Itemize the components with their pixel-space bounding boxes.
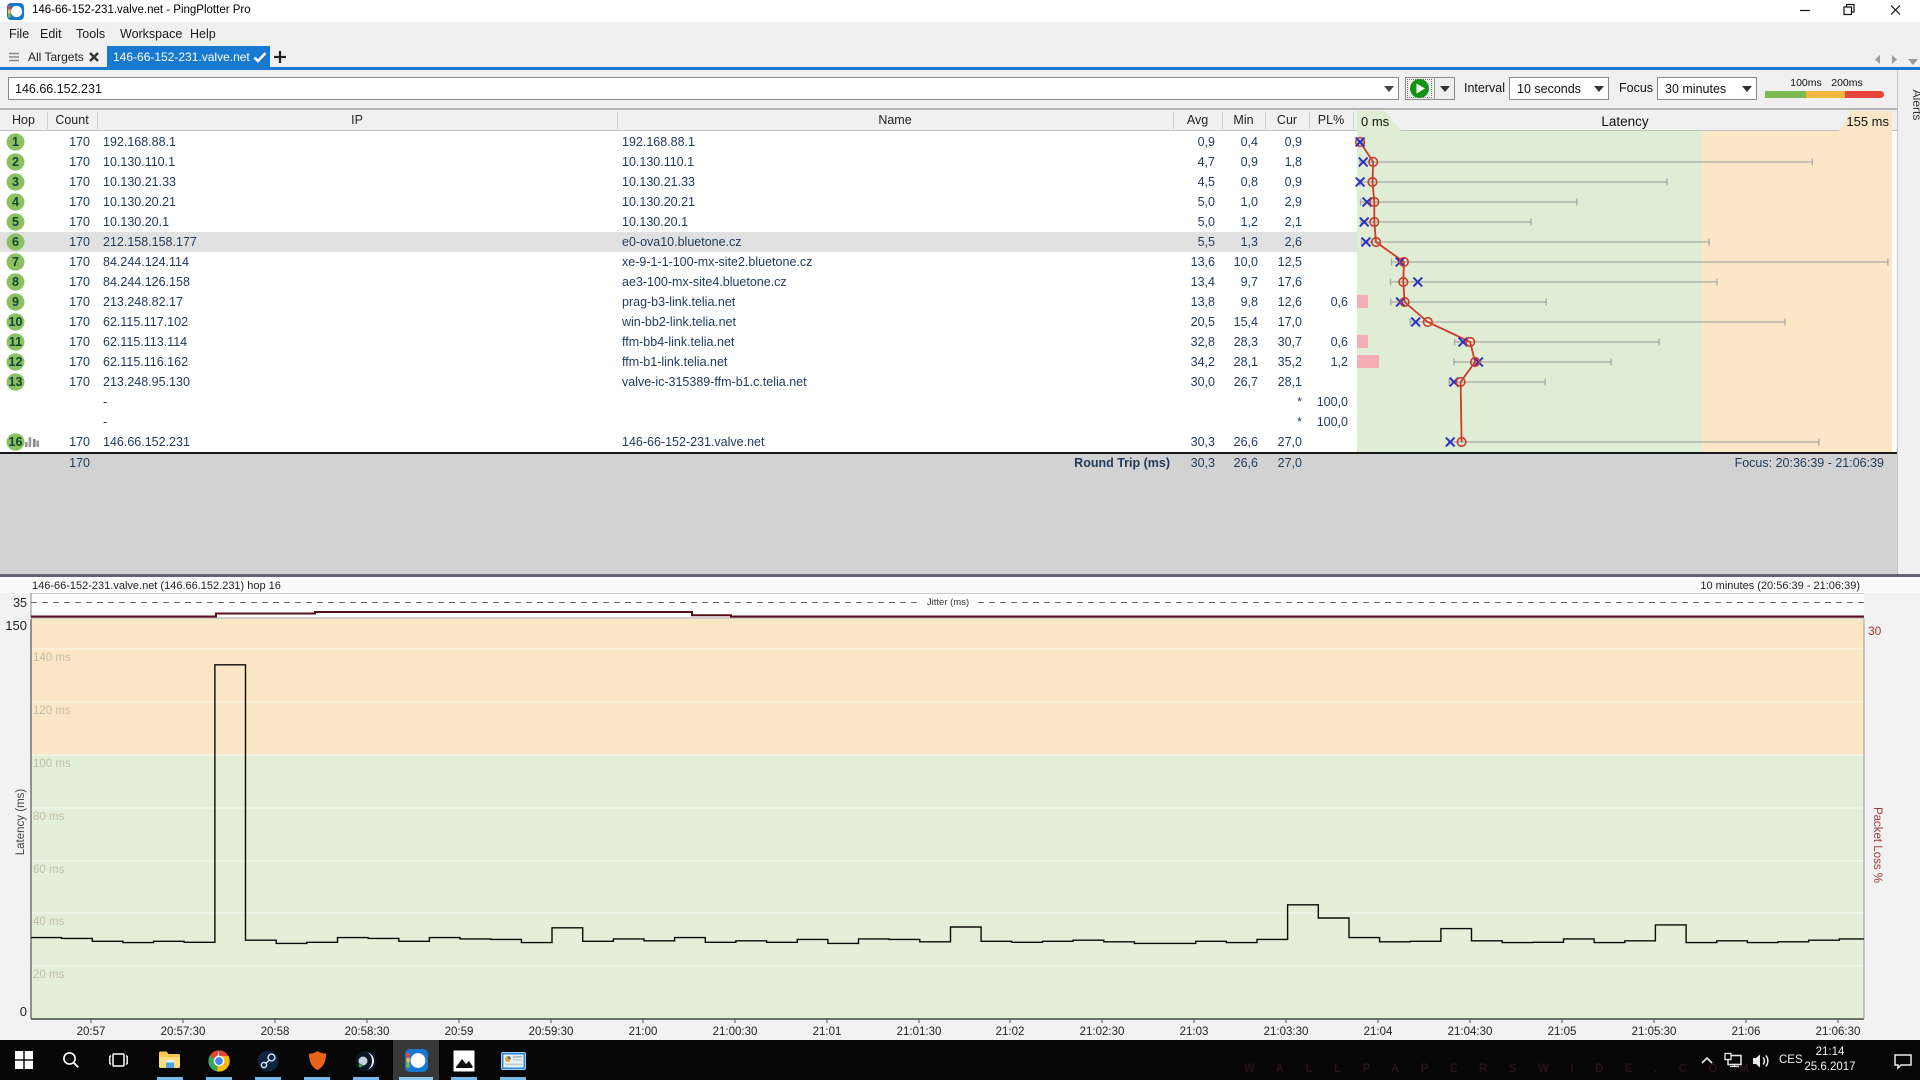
svg-text:21:06:30: 21:06:30 [1816, 1026, 1861, 1038]
svg-text:Packet Loss %: Packet Loss % [1871, 807, 1883, 883]
svg-text:4: 4 [12, 195, 19, 209]
svg-text:13: 13 [9, 375, 23, 389]
svg-text:5: 5 [12, 215, 19, 229]
svg-text:20:58:30: 20:58:30 [345, 1026, 390, 1038]
svg-text:40 ms: 40 ms [33, 916, 65, 928]
svg-text:Latency: Latency [1601, 114, 1649, 129]
svg-text:0 ms: 0 ms [1361, 114, 1390, 129]
svg-text:20:58: 20:58 [261, 1026, 290, 1038]
svg-text:20:59: 20:59 [445, 1026, 474, 1038]
svg-text:21:05: 21:05 [1548, 1026, 1577, 1038]
svg-text:0: 0 [20, 1004, 27, 1019]
svg-text:3: 3 [12, 175, 19, 189]
svg-text:150: 150 [5, 618, 27, 633]
svg-text:21:00: 21:00 [629, 1026, 658, 1038]
svg-text:21:04: 21:04 [1364, 1026, 1393, 1038]
svg-text:20 ms: 20 ms [33, 969, 65, 981]
svg-text:9: 9 [12, 295, 19, 309]
svg-text:21:04:30: 21:04:30 [1448, 1026, 1493, 1038]
svg-text:20:57:30: 20:57:30 [161, 1026, 206, 1038]
svg-text:21:00:30: 21:00:30 [713, 1026, 758, 1038]
svg-text:21:01: 21:01 [813, 1026, 842, 1038]
svg-text:1: 1 [12, 135, 19, 149]
svg-text:21:03: 21:03 [1180, 1026, 1209, 1038]
svg-text:20:57: 20:57 [77, 1026, 106, 1038]
svg-text:60 ms: 60 ms [33, 864, 65, 876]
svg-text:21:05:30: 21:05:30 [1632, 1026, 1677, 1038]
svg-text:21:01:30: 21:01:30 [897, 1026, 942, 1038]
svg-text:11: 11 [9, 335, 22, 349]
svg-text:120 ms: 120 ms [33, 705, 71, 717]
svg-text:35: 35 [13, 596, 27, 610]
svg-text:21:06: 21:06 [1732, 1026, 1761, 1038]
svg-text:10 minutes (20:56:39 - 21:06:3: 10 minutes (20:56:39 - 21:06:39) [1700, 580, 1860, 592]
svg-text:100 ms: 100 ms [33, 758, 71, 770]
svg-text:80 ms: 80 ms [33, 811, 65, 823]
svg-text:Latency (ms): Latency (ms) [15, 789, 27, 856]
svg-text:Jitter (ms): Jitter (ms) [927, 597, 969, 608]
svg-text:7: 7 [12, 255, 19, 269]
svg-text:Alerts: Alerts [1910, 90, 1920, 121]
svg-text:16: 16 [9, 435, 23, 449]
svg-text:20:59:30: 20:59:30 [529, 1026, 574, 1038]
svg-text:30: 30 [1868, 624, 1882, 638]
svg-text:10: 10 [9, 315, 23, 329]
svg-text:155 ms: 155 ms [1846, 114, 1889, 129]
svg-text:21:02: 21:02 [996, 1026, 1025, 1038]
svg-text:21:02:30: 21:02:30 [1080, 1026, 1125, 1038]
svg-text:2: 2 [12, 155, 19, 169]
svg-text:12: 12 [9, 355, 23, 369]
svg-text:8: 8 [12, 275, 19, 289]
svg-text:146-66-152-231.valve.net (146.: 146-66-152-231.valve.net (146.66.152.231… [32, 580, 281, 592]
svg-text:6: 6 [12, 235, 19, 249]
svg-text:140 ms: 140 ms [33, 652, 71, 664]
svg-text:21:03:30: 21:03:30 [1264, 1026, 1309, 1038]
